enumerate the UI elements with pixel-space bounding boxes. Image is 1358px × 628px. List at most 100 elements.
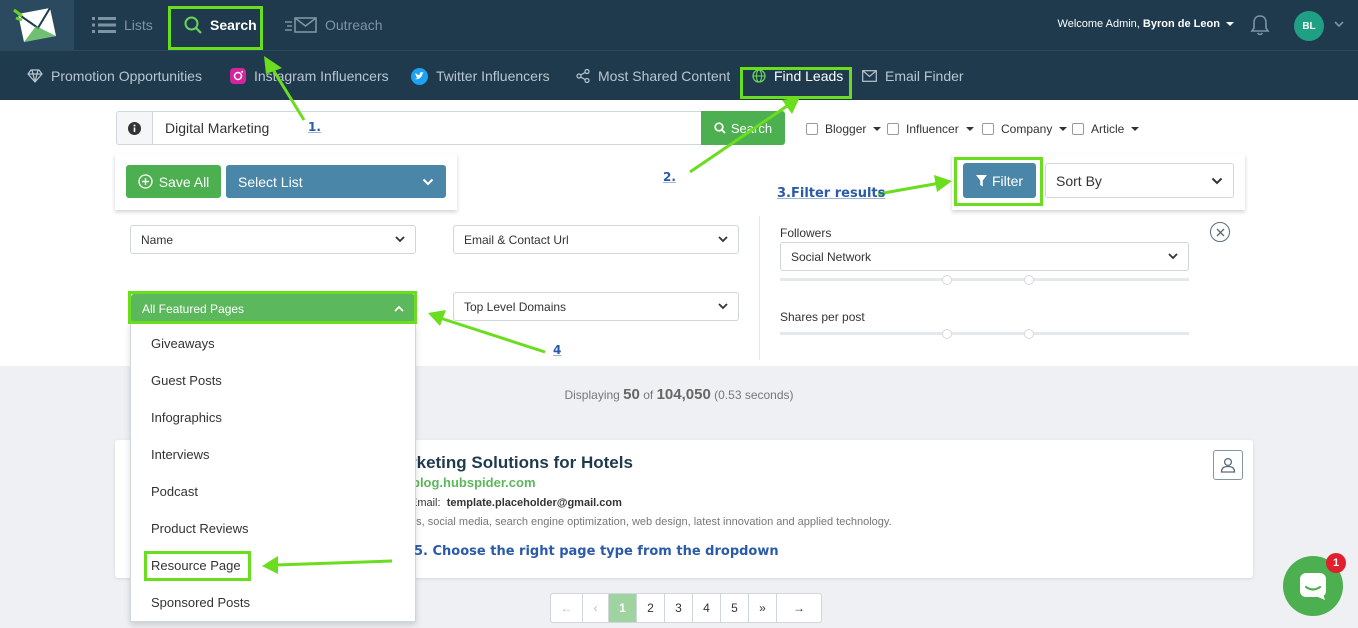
followers-slider[interactable] [780, 278, 1189, 281]
chevron-down-icon[interactable] [873, 127, 882, 131]
subnav-label: Promotion Opportunities [51, 68, 202, 84]
results-prefix: Displaying [564, 388, 620, 402]
subnav-label: Twitter Influencers [436, 68, 550, 84]
highlight-resource-page-item [144, 551, 251, 581]
social-network-dropdown[interactable]: Social Network [780, 242, 1189, 271]
pagination: ← ‹ 1 2 3 4 5 » → [550, 593, 822, 623]
shares-slider-min-handle[interactable] [942, 329, 952, 339]
menu-item-product-reviews[interactable]: Product Reviews [151, 521, 249, 536]
page-button-1[interactable]: 1 [609, 594, 637, 622]
page-first-button[interactable]: ← [551, 594, 583, 622]
select-list-dropdown[interactable]: Select List [226, 165, 446, 198]
chevron-down-icon [718, 303, 728, 310]
menu-item-giveaways[interactable]: Giveaways [151, 336, 215, 351]
save-all-button[interactable]: Save All [126, 165, 221, 198]
results-shown: 50 [623, 386, 640, 403]
chat-notification-badge: 1 [1326, 553, 1346, 573]
subnav-email-finder[interactable]: Email Finder [862, 51, 964, 101]
checkbox[interactable] [1072, 123, 1084, 135]
email-value[interactable]: template.placeholder@gmail.com [447, 497, 622, 509]
checkbox[interactable] [806, 123, 818, 135]
annotation-step-4: 4 [553, 343, 562, 357]
annotation-step-2: 2. [663, 170, 676, 184]
subnav-promotion-opportunities[interactable]: Promotion Opportunities [27, 51, 202, 101]
user-icon [1220, 457, 1236, 473]
result-email: Email: template.placeholder@gmail.com [410, 497, 622, 509]
save-toolbar: Save All Select List [115, 154, 457, 210]
highlight-featured-pages-dropdown [128, 291, 417, 324]
welcome-user-menu[interactable]: Welcome Admin, Byron de Leon [1058, 18, 1234, 30]
name-dropdown[interactable]: Name [130, 225, 416, 254]
search-button[interactable]: Search [701, 111, 785, 145]
menu-item-interviews[interactable]: Interviews [151, 447, 210, 462]
close-filters-button[interactable] [1210, 222, 1230, 242]
page-button-5[interactable]: 5 [721, 594, 749, 622]
result-title[interactable]: rketing Solutions for Hotels [410, 453, 633, 473]
page-next-button[interactable]: » [749, 594, 777, 622]
menu-item-guest-posts[interactable]: Guest Posts [151, 373, 222, 388]
top-level-domains-dropdown[interactable]: Top Level Domains [453, 292, 739, 321]
subnav-most-shared-content[interactable]: Most Shared Content [576, 51, 730, 101]
chevron-down-icon[interactable] [1334, 20, 1344, 28]
diamond-icon [27, 69, 43, 83]
search-input[interactable] [152, 111, 702, 145]
avatar[interactable]: BL [1294, 11, 1324, 41]
annotation-step-1: 1. [308, 120, 321, 134]
subnav-twitter-influencers[interactable]: Twitter Influencers [411, 51, 550, 101]
annotation-step-3: 3.Filter results [777, 186, 886, 201]
dropdown-label: Name [141, 232, 174, 247]
plus-circle-icon [138, 174, 153, 189]
menu-item-sponsored-posts[interactable]: Sponsored Posts [151, 595, 250, 610]
app-logo[interactable] [0, 0, 74, 50]
welcome-prefix: Welcome Admin, [1057, 18, 1140, 30]
info-icon [128, 121, 141, 135]
nav-lists-label: Lists [124, 17, 153, 33]
search-icon [714, 122, 726, 134]
followers-slider-min-handle[interactable] [942, 275, 952, 285]
result-url[interactable]: blog.hubspider.com [412, 475, 536, 490]
chevron-down-icon [1226, 22, 1234, 27]
save-all-label: Save All [158, 173, 210, 190]
shares-slider-max-handle[interactable] [1024, 329, 1034, 339]
checkbox-label: Article [1091, 122, 1125, 136]
bell-icon[interactable] [1250, 14, 1270, 36]
followers-slider-max-handle[interactable] [1024, 275, 1034, 285]
outreach-icon [285, 17, 317, 33]
shares-slider[interactable] [780, 332, 1189, 335]
page-button-4[interactable]: 4 [693, 594, 721, 622]
chevron-down-icon[interactable] [1131, 127, 1140, 131]
filter-checkbox-blogger[interactable]: Blogger [806, 122, 882, 136]
menu-item-podcast[interactable]: Podcast [151, 484, 198, 499]
sort-by-dropdown[interactable]: Sort By [1045, 163, 1234, 198]
checkbox-label: Company [1001, 122, 1053, 136]
filter-checkbox-company[interactable]: Company [982, 122, 1068, 136]
chevron-down-icon [422, 178, 434, 185]
instagram-icon [230, 68, 246, 84]
nav-lists[interactable]: Lists [92, 0, 153, 50]
menu-item-infographics[interactable]: Infographics [151, 410, 222, 425]
page-button-3[interactable]: 3 [665, 594, 693, 622]
filter-checkbox-article[interactable]: Article [1072, 122, 1140, 136]
nav-outreach[interactable]: Outreach [285, 0, 383, 50]
chevron-down-icon [1168, 253, 1178, 260]
subnav-instagram-influencers[interactable]: Instagram Influencers [230, 51, 389, 101]
checkbox-label: Influencer [906, 122, 959, 136]
info-button[interactable] [116, 111, 152, 145]
checkbox[interactable] [887, 123, 899, 135]
page-prev-button[interactable]: ‹ [583, 594, 609, 622]
highlight-find-leads-tab [740, 67, 852, 99]
results-total: 104,050 [656, 386, 711, 403]
filter-checkbox-influencer[interactable]: Influencer [887, 122, 974, 136]
page-last-button[interactable]: → [777, 594, 821, 622]
annotation-step-5: 5. Choose the right page type from the d… [414, 544, 779, 559]
email-contact-dropdown[interactable]: Email & Contact Url [453, 225, 739, 254]
contact-profile-button[interactable] [1213, 450, 1243, 480]
nav-outreach-label: Outreach [325, 17, 383, 33]
chevron-down-icon[interactable] [965, 127, 974, 131]
page-button-2[interactable]: 2 [637, 594, 665, 622]
checkbox[interactable] [982, 123, 994, 135]
sub-navbar: Promotion Opportunities Instagram Influe… [0, 50, 1358, 100]
welcome-user-name: Byron de Leon [1142, 18, 1220, 30]
close-icon [1216, 228, 1224, 236]
chevron-down-icon[interactable] [1059, 127, 1068, 131]
